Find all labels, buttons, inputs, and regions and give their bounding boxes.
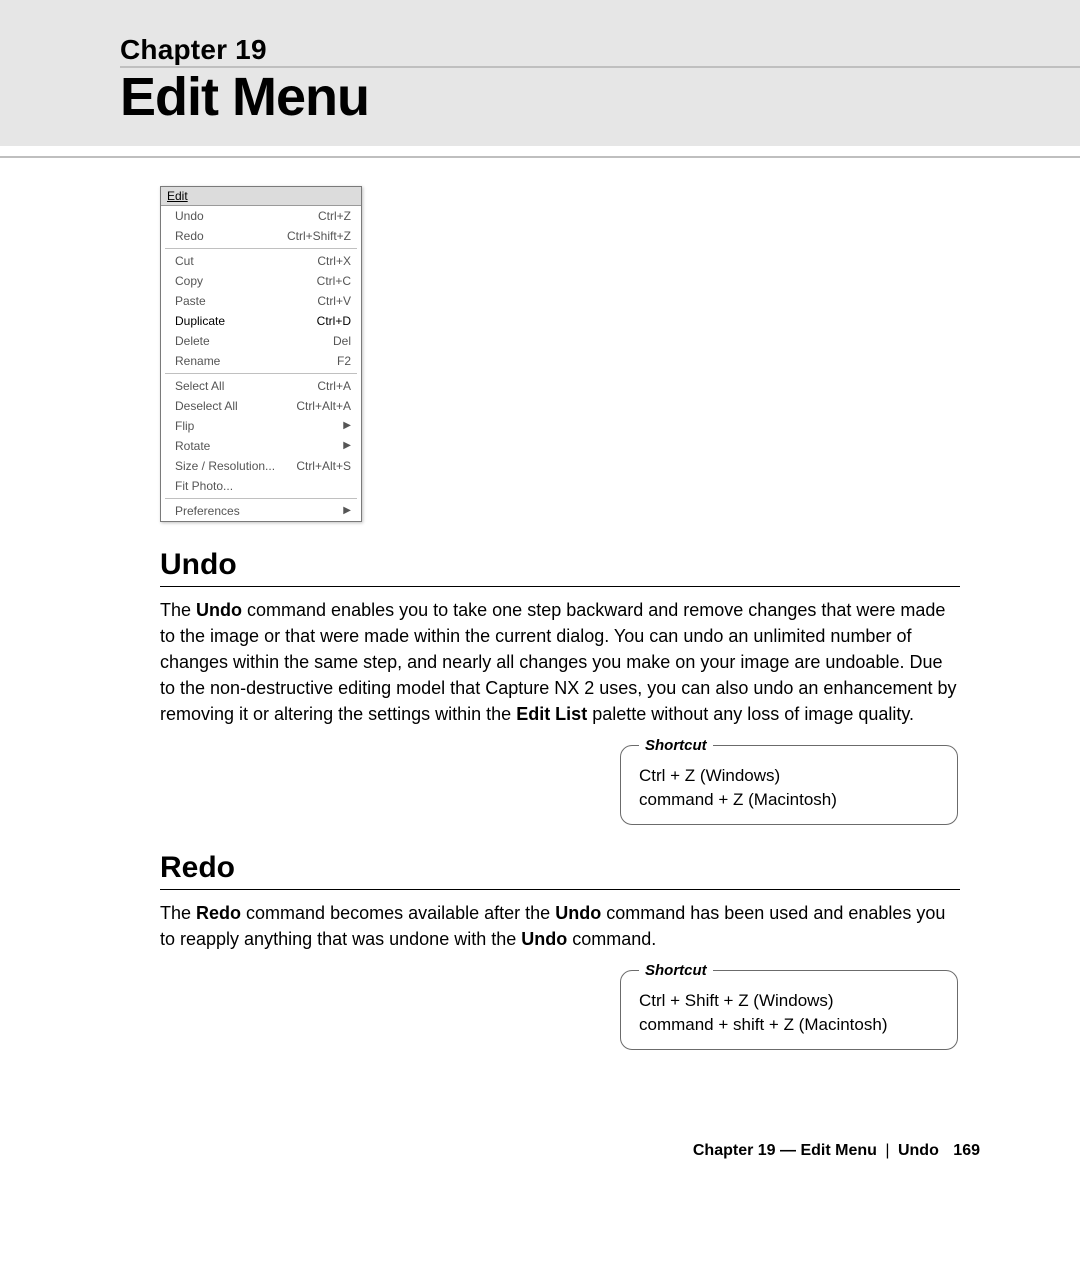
edit-menu-title: Edit bbox=[161, 187, 361, 206]
undo-heading: Undo bbox=[160, 548, 960, 582]
menu-item: CopyCtrl+C bbox=[161, 271, 361, 291]
section-rule bbox=[160, 586, 960, 587]
menu-item: Fit Photo... bbox=[161, 476, 361, 496]
undo-shortcut-mac: command + Z (Macintosh) bbox=[639, 788, 939, 812]
chevron-right-icon: ▶ bbox=[343, 506, 351, 516]
menu-item: DeleteDel bbox=[161, 331, 361, 351]
menu-item: UndoCtrl+Z bbox=[161, 206, 361, 226]
shortcut-label: Shortcut bbox=[639, 737, 713, 754]
menu-item: RenameF2 bbox=[161, 351, 361, 371]
menu-item: Deselect AllCtrl+Alt+A bbox=[161, 396, 361, 416]
menu-item: Rotate▶ bbox=[161, 436, 361, 456]
menu-item: RedoCtrl+Shift+Z bbox=[161, 226, 361, 246]
redo-shortcut-box: Shortcut Ctrl + Shift + Z (Windows) comm… bbox=[620, 962, 958, 1050]
menu-item: Size / Resolution...Ctrl+Alt+S bbox=[161, 456, 361, 476]
chevron-right-icon: ▶ bbox=[343, 441, 351, 451]
redo-shortcut-windows: Ctrl + Shift + Z (Windows) bbox=[639, 989, 939, 1013]
menu-item: CutCtrl+X bbox=[161, 251, 361, 271]
chevron-right-icon: ▶ bbox=[343, 421, 351, 431]
menu-item: Preferences▶ bbox=[161, 501, 361, 521]
menu-separator bbox=[165, 248, 357, 249]
menu-item: Select AllCtrl+A bbox=[161, 376, 361, 396]
page-footer: Chapter 19 — Edit Menu | Undo 169 bbox=[693, 1142, 980, 1160]
edit-menu-figure: Edit UndoCtrl+ZRedoCtrl+Shift+Z CutCtrl+X… bbox=[160, 186, 960, 522]
menu-item: PasteCtrl+V bbox=[161, 291, 361, 311]
menu-separator bbox=[165, 498, 357, 499]
menu-item: Flip▶ bbox=[161, 416, 361, 436]
undo-shortcut-windows: Ctrl + Z (Windows) bbox=[639, 764, 939, 788]
undo-shortcut-box: Shortcut Ctrl + Z (Windows) command + Z … bbox=[620, 737, 958, 825]
redo-shortcut-mac: command + shift + Z (Macintosh) bbox=[639, 1013, 939, 1037]
menu-separator bbox=[165, 373, 357, 374]
chapter-label: Chapter 19 bbox=[120, 34, 1080, 66]
chapter-header: Chapter 19 Edit Menu bbox=[0, 0, 1080, 146]
section-rule bbox=[160, 889, 960, 890]
section-undo: Undo The Undo command enables you to tak… bbox=[160, 548, 960, 825]
redo-paragraph: The Redo command becomes available after… bbox=[160, 900, 960, 952]
section-redo: Redo The Redo command becomes available … bbox=[160, 851, 960, 1050]
undo-paragraph: The Undo command enables you to take one… bbox=[160, 597, 960, 727]
header-rule-bottom bbox=[0, 156, 1080, 158]
edit-menu: Edit UndoCtrl+ZRedoCtrl+Shift+Z CutCtrl+X… bbox=[160, 186, 362, 522]
page-title: Edit Menu bbox=[120, 66, 1080, 128]
menu-item: DuplicateCtrl+D bbox=[161, 311, 361, 331]
redo-heading: Redo bbox=[160, 851, 960, 885]
shortcut-label: Shortcut bbox=[639, 962, 713, 979]
